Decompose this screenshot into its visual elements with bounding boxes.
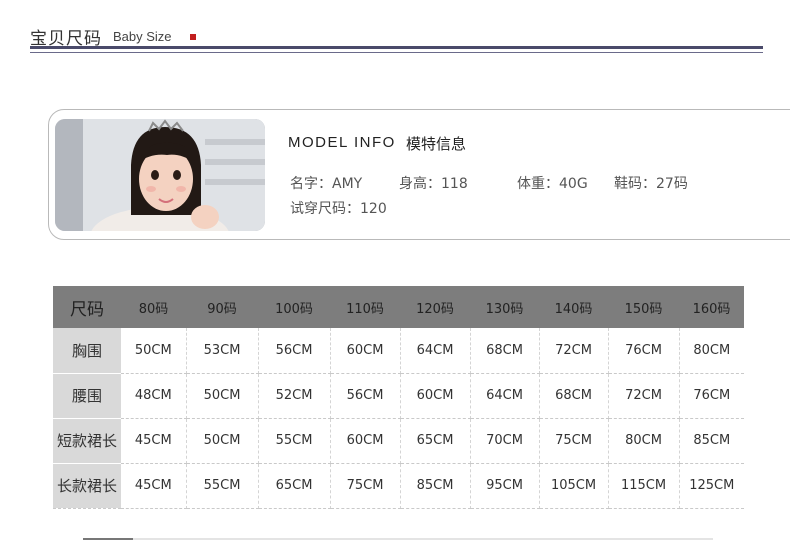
section-header: 宝贝尺码 Baby Size xyxy=(30,22,765,56)
size-table-corner: 尺码 xyxy=(70,299,104,320)
table-cell: 95CM xyxy=(470,463,540,509)
size-column-header: 130码 xyxy=(485,301,524,317)
table-cell: 68CM xyxy=(539,373,609,419)
model-info-card: MODEL INFO 模特信息 名字：AMY 身高：118 体重：40G 鞋码：… xyxy=(48,109,790,240)
table-cell: 60CM xyxy=(400,373,471,419)
table-row: 长款裙长 45CM 55CM 65CM 75CM 85CM 95CM 105CM 115CM 12… xyxy=(53,463,744,509)
table-cell: 45CM xyxy=(121,418,187,464)
row-header: 短款裙长 xyxy=(53,418,121,464)
row-header: 腰围 xyxy=(53,373,121,419)
table-cell: 70CM xyxy=(470,418,540,464)
model-shoe-value: 27码 xyxy=(656,176,688,192)
table-cell: 65CM xyxy=(400,418,471,464)
bottom-divider xyxy=(83,538,713,540)
table-row: 胸围 50CM 53CM 56CM 60CM 64CM 68CM 72CM 76CM 80CM xyxy=(53,328,744,374)
table-cell: 56CM xyxy=(258,328,331,374)
size-column-header: 140码 xyxy=(554,301,593,317)
model-weight-value: 40G xyxy=(559,176,588,192)
table-cell: 64CM xyxy=(400,328,471,374)
section-title-en: Baby Size xyxy=(113,29,172,44)
model-name-value: AMY xyxy=(332,176,363,192)
model-photo-illustration xyxy=(55,119,265,231)
table-cell: 75CM xyxy=(539,418,609,464)
table-cell: 50CM xyxy=(186,373,259,419)
table-cell: 85CM xyxy=(400,463,471,509)
row-header: 胸围 xyxy=(53,328,121,374)
model-name: 名字：AMY xyxy=(290,173,362,193)
table-cell: 76CM xyxy=(679,373,744,419)
size-column-header: 160码 xyxy=(692,301,731,317)
model-weight-label: 体重： xyxy=(517,176,559,192)
table-cell: 50CM xyxy=(186,418,259,464)
bottom-divider-accent xyxy=(83,538,133,540)
table-row: 腰围 48CM 50CM 52CM 56CM 60CM 64CM 68CM 72CM 76CM xyxy=(53,373,744,419)
model-info-heading-cn: 模特信息 xyxy=(406,135,467,153)
model-height-label: 身高： xyxy=(399,176,441,192)
table-cell: 60CM xyxy=(330,328,401,374)
model-photo xyxy=(55,119,265,231)
size-column-header: 100码 xyxy=(275,301,313,317)
model-name-label: 名字： xyxy=(290,176,332,192)
table-cell: 72CM xyxy=(608,373,680,419)
table-cell: 72CM xyxy=(539,328,609,374)
table-cell: 115CM xyxy=(608,463,680,509)
size-column-header: 110码 xyxy=(346,301,384,317)
table-cell: 65CM xyxy=(258,463,331,509)
model-shoe-label: 鞋码： xyxy=(614,176,656,192)
model-shoe-size: 鞋码：27码 xyxy=(614,173,688,193)
header-divider xyxy=(30,46,763,49)
row-header: 长款裙长 xyxy=(53,463,121,509)
table-cell: 55CM xyxy=(186,463,259,509)
table-cell: 75CM xyxy=(330,463,401,509)
model-info-heading: MODEL INFO xyxy=(288,134,396,151)
model-tried-label: 试穿尺码： xyxy=(290,201,360,217)
size-column-header: 150码 xyxy=(624,301,663,317)
model-tried-size: 试穿尺码：120 xyxy=(290,198,387,218)
table-cell: 48CM xyxy=(121,373,187,419)
size-column-header: 90码 xyxy=(207,301,237,317)
size-table: 尺码 80码 90码 100码 110码 120码 130码 140码 150码 160码 胸围… xyxy=(53,286,744,509)
size-table-container: 尺码 80码 90码 100码 110码 120码 130码 140码 150码 160码 胸围… xyxy=(53,286,744,509)
table-cell: 68CM xyxy=(470,328,540,374)
table-cell: 105CM xyxy=(539,463,609,509)
table-cell: 52CM xyxy=(258,373,331,419)
header-divider-thin xyxy=(30,52,763,53)
size-column-header: 80码 xyxy=(138,301,169,317)
model-height: 身高：118 xyxy=(399,173,468,193)
size-column-header: 120码 xyxy=(416,301,454,317)
table-row: 短款裙长 45CM 50CM 55CM 60CM 65CM 70CM 75CM 80CM 85CM xyxy=(53,418,744,464)
table-cell: 53CM xyxy=(186,328,259,374)
model-height-value: 118 xyxy=(441,176,468,192)
table-cell: 56CM xyxy=(330,373,401,419)
table-cell: 60CM xyxy=(330,418,401,464)
table-cell: 55CM xyxy=(258,418,331,464)
table-cell: 80CM xyxy=(679,328,744,374)
model-weight: 体重：40G xyxy=(517,173,588,193)
table-cell: 125CM xyxy=(679,463,744,509)
table-cell: 76CM xyxy=(608,328,680,374)
table-cell: 45CM xyxy=(121,463,187,509)
table-cell: 80CM xyxy=(608,418,680,464)
accent-square-icon xyxy=(190,34,196,40)
table-cell: 64CM xyxy=(470,373,540,419)
table-cell: 50CM xyxy=(121,328,187,374)
size-table-header-row: 尺码 80码 90码 100码 110码 120码 130码 140码 150码 160码 xyxy=(53,286,744,328)
table-cell: 85CM xyxy=(679,418,744,464)
model-tried-value: 120 xyxy=(360,201,387,217)
